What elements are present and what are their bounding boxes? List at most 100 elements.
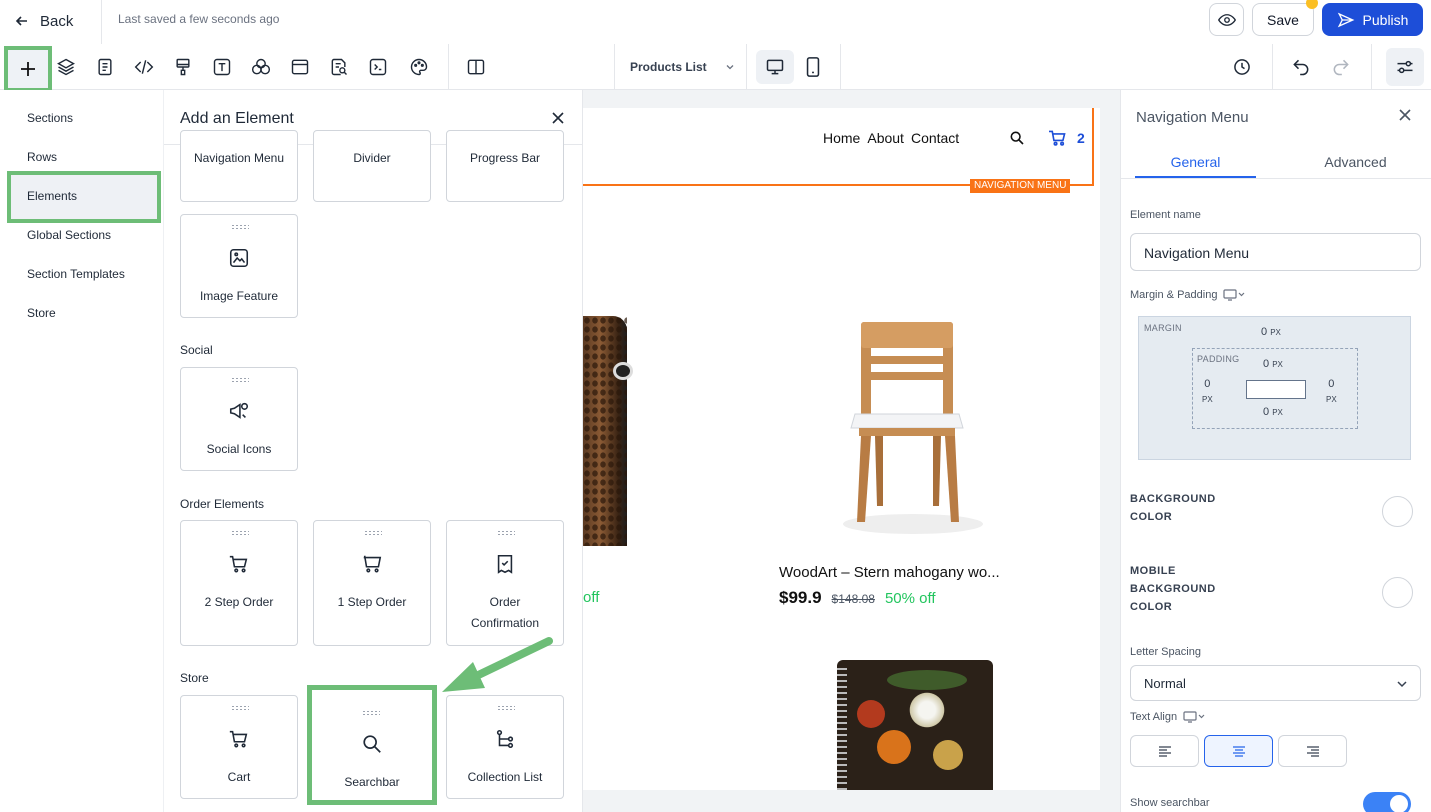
add-element-button[interactable] bbox=[4, 46, 52, 92]
seo-button[interactable] bbox=[327, 55, 351, 79]
mobile-background-color-picker[interactable] bbox=[1382, 577, 1413, 608]
drag-handle-icon bbox=[231, 705, 249, 711]
nav-item-elements[interactable]: Elements bbox=[27, 189, 77, 203]
styles-button[interactable] bbox=[171, 55, 195, 79]
page-select-value: Products List bbox=[630, 60, 707, 74]
text-align-text: Text Align bbox=[1130, 711, 1178, 723]
receipt-check-icon bbox=[447, 553, 563, 575]
product-title[interactable]: WoodArt – Stern mahogany wo... bbox=[779, 564, 1000, 581]
cart-icon bbox=[181, 728, 297, 750]
knob bbox=[613, 362, 633, 380]
elements-button[interactable] bbox=[249, 55, 273, 79]
padding-left-value[interactable]: 0 PX bbox=[1202, 377, 1213, 407]
element-card-divider[interactable]: Divider bbox=[313, 130, 431, 202]
cart-icon bbox=[181, 553, 297, 575]
card-label: Divider bbox=[353, 151, 391, 165]
site-cart-icon[interactable] bbox=[1048, 129, 1068, 152]
theme-button[interactable] bbox=[407, 55, 431, 79]
nav-item-section-templates[interactable]: Section Templates bbox=[27, 267, 125, 281]
columns-button[interactable] bbox=[464, 55, 488, 79]
paint-icon bbox=[176, 58, 190, 76]
toolbar: Products List bbox=[0, 44, 1431, 92]
card-label: Navigation Menu bbox=[193, 151, 285, 165]
element-card-2-step-order[interactable]: 2 Step Order bbox=[180, 520, 298, 646]
site-nav-menu[interactable]: Home About Contact bbox=[823, 130, 959, 146]
layers-button[interactable] bbox=[54, 55, 78, 79]
image-icon bbox=[181, 247, 297, 269]
divider bbox=[614, 44, 615, 89]
properties-panel: Navigation Menu General Advanced Element… bbox=[1120, 90, 1431, 812]
drag-handle-icon bbox=[231, 377, 249, 383]
padding-bottom-value[interactable]: 0 PX bbox=[1263, 406, 1283, 418]
element-card-collection-list[interactable]: Collection List bbox=[446, 695, 564, 799]
element-card-cart[interactable]: Cart bbox=[180, 695, 298, 799]
page-preview[interactable]: NAVIGATION MENU Home About Contact 2 off… bbox=[583, 108, 1100, 790]
publish-button[interactable]: Publish bbox=[1322, 3, 1423, 36]
element-card-progress-bar[interactable]: Progress Bar bbox=[446, 130, 564, 202]
last-saved-status: Last saved a few seconds ago bbox=[118, 12, 280, 26]
align-center-button[interactable] bbox=[1204, 735, 1273, 767]
back-button[interactable]: Back bbox=[14, 9, 73, 33]
phone-icon bbox=[806, 57, 820, 77]
element-name-input[interactable]: Navigation Menu bbox=[1130, 233, 1421, 271]
close-properties-button[interactable] bbox=[1397, 107, 1413, 128]
product-image-partial bbox=[583, 316, 627, 546]
pages-button[interactable] bbox=[93, 55, 117, 79]
nav-item-rows[interactable]: Rows bbox=[27, 150, 57, 164]
terminal-button[interactable] bbox=[366, 55, 390, 79]
nav-item-sections[interactable]: Sections bbox=[27, 111, 73, 125]
align-right-button[interactable] bbox=[1278, 735, 1347, 767]
code-button[interactable] bbox=[132, 55, 156, 79]
padding-right-value[interactable]: 0 PX bbox=[1326, 377, 1337, 407]
desktop-view-button[interactable] bbox=[756, 50, 794, 84]
mobile-view-button[interactable] bbox=[803, 50, 823, 84]
element-card-searchbar[interactable]: Searchbar bbox=[307, 685, 437, 805]
divider bbox=[101, 0, 102, 44]
typography-button[interactable] bbox=[210, 55, 234, 79]
add-element-panel: Add an Element Navigation Menu Divider P… bbox=[163, 90, 583, 812]
divider bbox=[1272, 44, 1273, 89]
group-title-social: Social bbox=[180, 343, 213, 357]
content-box bbox=[1246, 380, 1306, 399]
monitor-icon[interactable] bbox=[1223, 289, 1245, 301]
nav-item-store[interactable]: Store bbox=[27, 306, 56, 320]
page-select[interactable]: Products List bbox=[630, 60, 735, 74]
element-card-navigation-menu[interactable]: Navigation Menu bbox=[180, 130, 298, 202]
element-card-image-feature[interactable]: Image Feature bbox=[180, 214, 298, 318]
save-button[interactable]: Save bbox=[1252, 3, 1314, 36]
background-color-picker[interactable] bbox=[1382, 496, 1413, 527]
product-original-price: $148.08 bbox=[831, 592, 875, 606]
margin-label: MARGIN bbox=[1144, 323, 1182, 333]
padding-box: PADDING 0 PX 0 PX 0 PX 0 PX bbox=[1192, 348, 1358, 429]
site-nav-link-home[interactable]: Home bbox=[823, 130, 860, 146]
divider bbox=[840, 44, 841, 89]
element-card-order-confirmation[interactable]: Order Confirmation bbox=[446, 520, 564, 646]
monitor-icon[interactable] bbox=[1183, 711, 1205, 723]
padding-top-value[interactable]: 0 PX bbox=[1263, 358, 1283, 370]
layout-button[interactable] bbox=[288, 55, 312, 79]
publish-label: Publish bbox=[1362, 11, 1409, 28]
margin-top-value[interactable]: 0 PX bbox=[1261, 326, 1281, 338]
letter-spacing-select[interactable]: Normal bbox=[1130, 665, 1421, 701]
undo-button[interactable] bbox=[1289, 55, 1313, 79]
element-name-label: Element name bbox=[1130, 209, 1201, 221]
active-tab-indicator bbox=[1135, 176, 1256, 178]
site-nav-link-about[interactable]: About bbox=[867, 130, 904, 146]
preview-button[interactable] bbox=[1209, 3, 1244, 36]
element-card-social-icons[interactable]: Social Icons bbox=[180, 367, 298, 471]
redo-button[interactable] bbox=[1329, 55, 1353, 79]
close-panel-button[interactable] bbox=[550, 110, 566, 131]
divider bbox=[448, 44, 449, 89]
margin-padding-label: Margin & Padding bbox=[1130, 289, 1245, 301]
element-card-1-step-order[interactable]: 1 Step Order bbox=[313, 520, 431, 646]
history-button[interactable] bbox=[1230, 55, 1254, 79]
tab-general[interactable]: General bbox=[1135, 154, 1256, 170]
tab-advanced[interactable]: Advanced bbox=[1295, 154, 1416, 170]
site-nav-link-contact[interactable]: Contact bbox=[911, 130, 959, 146]
nav-item-global-sections[interactable]: Global Sections bbox=[27, 228, 111, 242]
megaphone-icon bbox=[181, 400, 297, 422]
site-search-icon[interactable] bbox=[1009, 130, 1025, 151]
align-left-button[interactable] bbox=[1130, 735, 1199, 767]
settings-toggle-button[interactable] bbox=[1386, 48, 1424, 86]
show-searchbar-toggle[interactable] bbox=[1363, 792, 1411, 812]
